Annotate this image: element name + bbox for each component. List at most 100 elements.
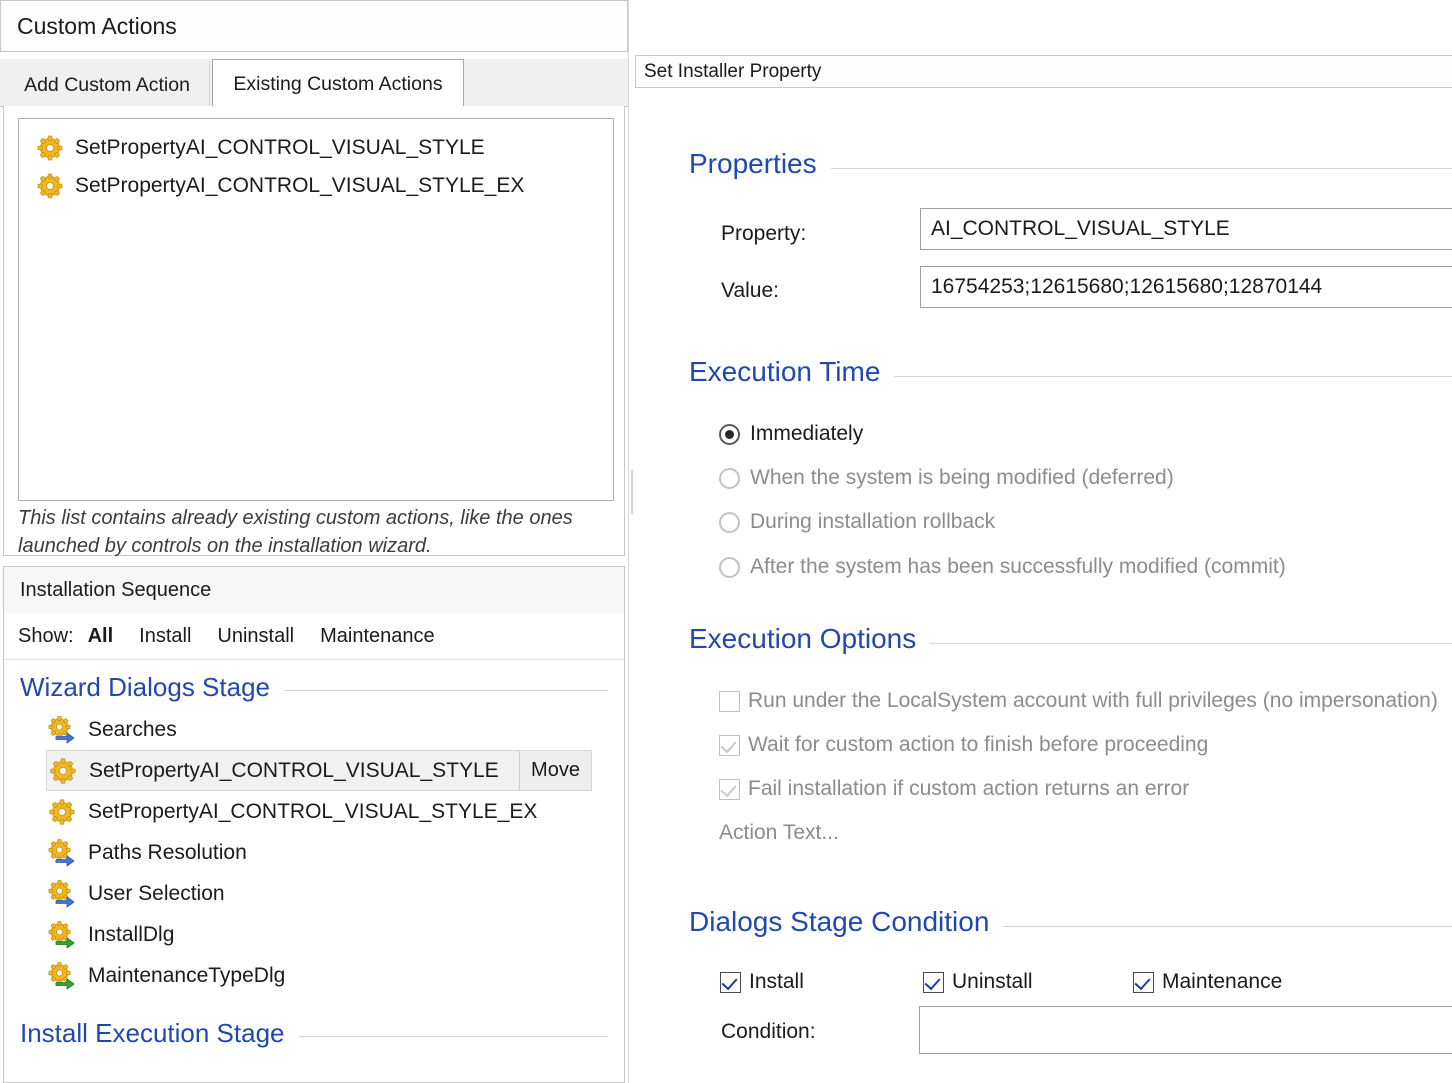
radio-icon <box>719 512 740 533</box>
checkbox-fail-install[interactable]: Fail installation if custom action retur… <box>719 777 1189 801</box>
radio-commit[interactable]: After the system has been successfully m… <box>719 555 1286 579</box>
gear-green-arrow-icon <box>48 921 76 949</box>
group-title-properties: Properties <box>689 148 1452 180</box>
group-rule <box>831 168 1452 169</box>
value-label: Value: <box>721 279 779 303</box>
group-rule <box>930 643 1452 644</box>
gear-green-arrow-icon <box>48 962 76 990</box>
sequence-item-setproperty-visual-style[interactable]: SetPropertyAI_CONTROL_VISUAL_STYLE Move <box>46 750 592 791</box>
gear-icon <box>37 173 63 199</box>
radio-rollback-label: During installation rollback <box>750 510 995 534</box>
radio-icon <box>719 557 740 578</box>
existing-custom-actions-panel: SetPropertyAI_CONTROL_VISUAL_STYLE <box>3 106 625 556</box>
left-panel: Custom Actions Add Custom Action Existin… <box>0 0 628 1083</box>
sequence-item-searches[interactable]: Searches <box>4 709 624 750</box>
radio-deferred-label: When the system is being modified (defer… <box>750 466 1174 490</box>
property-input[interactable]: AI_CONTROL_VISUAL_STYLE <box>920 208 1452 250</box>
property-label: Property: <box>721 222 806 246</box>
existing-actions-listbox[interactable]: SetPropertyAI_CONTROL_VISUAL_STYLE <box>18 118 614 501</box>
gear-blue-arrow-icon <box>48 716 76 744</box>
checkbox-icon <box>1133 972 1154 993</box>
radio-immediately-label: Immediately <box>750 422 863 446</box>
gear-icon <box>37 135 63 161</box>
stage-header-rule <box>284 690 608 691</box>
checkbox-icon <box>923 972 944 993</box>
checkbox-fail-install-label: Fail installation if custom action retur… <box>748 777 1189 801</box>
property-input-value: AI_CONTROL_VISUAL_STYLE <box>931 217 1230 241</box>
filter-install[interactable]: Install <box>139 625 191 648</box>
gear-blue-arrow-icon <box>48 839 76 867</box>
move-button[interactable]: Move <box>519 751 591 790</box>
tab-strip: Add Custom Action Existing Custom Action… <box>0 59 628 107</box>
radio-immediately[interactable]: Immediately <box>719 422 863 446</box>
sequence-item-label: InstallDlg <box>88 923 174 947</box>
filter-all[interactable]: All <box>88 625 114 648</box>
group-title-dialogs-stage-condition-label: Dialogs Stage Condition <box>689 906 989 938</box>
filter-maintenance[interactable]: Maintenance <box>320 625 435 648</box>
checkbox-icon <box>719 735 740 756</box>
checkbox-install-label: Install <box>749 970 804 994</box>
sequence-item-setproperty-visual-style-ex[interactable]: SetPropertyAI_CONTROL_VISUAL_STYLE_EX <box>4 791 624 832</box>
condition-input[interactable] <box>919 1006 1452 1054</box>
set-installer-property-caption-label: Set Installer Property <box>644 61 821 83</box>
group-title-dialogs-stage-condition: Dialogs Stage Condition <box>689 906 1452 938</box>
splitter-grip <box>631 470 633 514</box>
radio-rollback[interactable]: During installation rollback <box>719 510 995 534</box>
list-item-label: SetPropertyAI_CONTROL_VISUAL_STYLE_EX <box>75 174 524 198</box>
tab-existing-custom-actions-label: Existing Custom Actions <box>233 73 442 96</box>
sequence-item-installdlg[interactable]: InstallDlg <box>4 914 624 955</box>
set-installer-property-caption: Set Installer Property <box>635 55 1452 88</box>
show-filter-row: Show: All Install Uninstall Maintenance <box>4 613 624 660</box>
sequence-item-paths-resolution[interactable]: Paths Resolution <box>4 832 624 873</box>
radio-icon <box>719 424 740 445</box>
gear-icon <box>49 757 77 785</box>
installation-sequence-caption-label: Installation Sequence <box>20 579 211 602</box>
checkbox-wait-finish[interactable]: Wait for custom action to finish before … <box>719 733 1208 757</box>
checkbox-run-localsystem-label: Run under the LocalSystem account with f… <box>748 689 1438 713</box>
stage-header-wizard-dialogs: Wizard Dialogs Stage <box>4 672 624 703</box>
installation-sequence-panel: Show: All Install Uninstall Maintenance … <box>3 613 625 1083</box>
list-item-label: SetPropertyAI_CONTROL_VISUAL_STYLE <box>75 136 485 160</box>
checkbox-install[interactable]: Install <box>720 970 804 994</box>
list-item[interactable]: SetPropertyAI_CONTROL_VISUAL_STYLE_EX <box>19 167 613 205</box>
sequence-item-label: MaintenanceTypeDlg <box>88 964 285 988</box>
checkbox-run-localsystem[interactable]: Run under the LocalSystem account with f… <box>719 689 1438 713</box>
sequence-item-maintenancetypedlg[interactable]: MaintenanceTypeDlg <box>4 955 624 996</box>
checkbox-maintenance-label: Maintenance <box>1162 970 1282 994</box>
page-title: Custom Actions <box>0 0 628 52</box>
value-input[interactable]: 16754253;12615680;12615680;12870144 <box>920 266 1452 308</box>
checkbox-icon <box>719 691 740 712</box>
group-title-execution-time: Execution Time <box>689 356 1452 388</box>
gear-icon <box>48 798 76 826</box>
group-title-execution-options-label: Execution Options <box>689 623 916 655</box>
installation-sequence-caption: Installation Sequence <box>3 566 625 614</box>
list-item[interactable]: SetPropertyAI_CONTROL_VISUAL_STYLE <box>19 129 613 167</box>
stage-header-install-execution: Install Execution Stage <box>4 1018 624 1049</box>
sequence-item-label: SetPropertyAI_CONTROL_VISUAL_STYLE_EX <box>88 800 537 824</box>
action-text-link[interactable]: Action Text... <box>719 821 839 845</box>
page-title-text: Custom Actions <box>17 13 177 40</box>
show-label: Show: <box>18 625 74 648</box>
right-panel: Set Installer Property Properties Proper… <box>635 0 1452 1083</box>
radio-deferred[interactable]: When the system is being modified (defer… <box>719 466 1174 490</box>
move-button-label: Move <box>531 759 580 782</box>
checkbox-uninstall[interactable]: Uninstall <box>923 970 1033 994</box>
condition-label: Condition: <box>721 1020 816 1044</box>
checkbox-icon <box>720 972 741 993</box>
gear-blue-arrow-icon <box>48 880 76 908</box>
filter-uninstall[interactable]: Uninstall <box>217 625 294 648</box>
stage-header-rule <box>299 1036 609 1037</box>
checkbox-wait-finish-label: Wait for custom action to finish before … <box>748 733 1208 757</box>
tab-add-custom-action-label: Add Custom Action <box>24 74 190 97</box>
stage-header-install-execution-label: Install Execution Stage <box>20 1018 285 1049</box>
tab-add-custom-action[interactable]: Add Custom Action <box>4 62 210 108</box>
sequence-item-user-selection[interactable]: User Selection <box>4 873 624 914</box>
checkbox-icon <box>719 779 740 800</box>
panel-splitter[interactable] <box>628 0 635 1083</box>
tab-existing-custom-actions[interactable]: Existing Custom Actions <box>212 59 464 109</box>
sequence-item-label: Searches <box>88 718 177 742</box>
existing-actions-hint: This list contains already existing cust… <box>18 504 614 561</box>
radio-icon <box>719 468 740 489</box>
checkbox-maintenance[interactable]: Maintenance <box>1133 970 1282 994</box>
custom-actions-window: Custom Actions Add Custom Action Existin… <box>0 0 1452 1083</box>
